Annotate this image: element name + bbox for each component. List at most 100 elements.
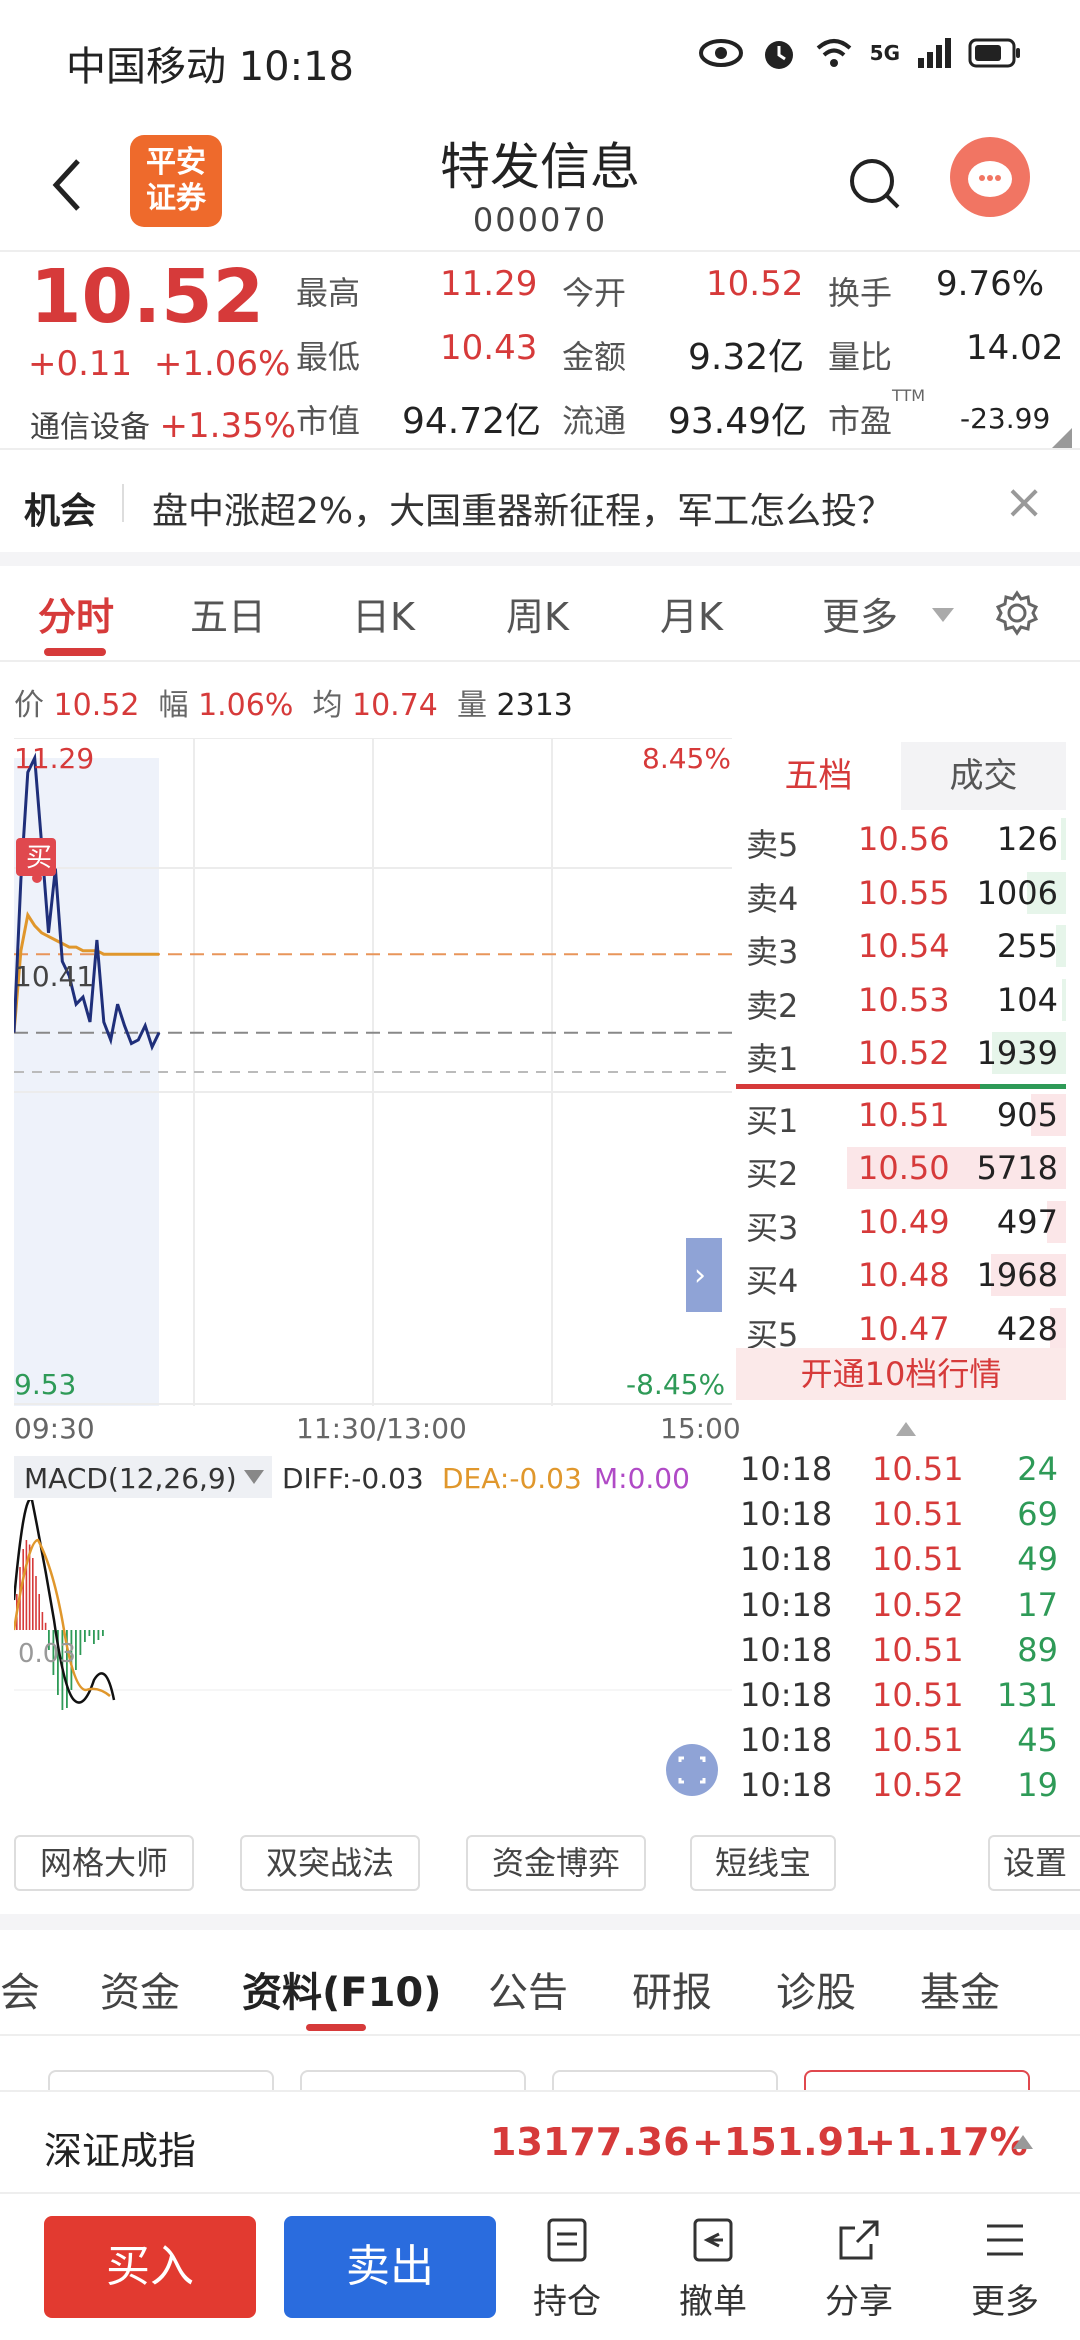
level-label: 卖3 bbox=[746, 933, 799, 971]
scroll-up-triangle-icon[interactable] bbox=[894, 1420, 918, 1438]
tab-intraday[interactable]: 分时 bbox=[38, 586, 114, 641]
intraday-info-line: 价 10.52 幅 1.06% 均 10.74 量 2313 bbox=[14, 680, 573, 724]
tab-research[interactable]: 研报 bbox=[632, 1960, 712, 2018]
level-price: 10.54 bbox=[858, 927, 950, 965]
more-button[interactable]: 更多 bbox=[950, 2216, 1060, 2323]
document-icon bbox=[547, 2218, 587, 2262]
tick-price: 10.51 bbox=[872, 1721, 964, 1760]
ask-row[interactable]: 卖4 10.55 1006 bbox=[736, 868, 1066, 918]
stock-code: 000070 bbox=[472, 201, 608, 239]
tab-trades[interactable]: 成交 bbox=[901, 742, 1066, 810]
index-name: 深证成指 bbox=[44, 2129, 197, 2173]
level-volume: 1006 bbox=[976, 873, 1058, 912]
double-break-button[interactable]: 双突战法 bbox=[240, 1835, 420, 1891]
bid-row[interactable]: 买4 10.48 1968 bbox=[736, 1250, 1066, 1300]
time-mid: 11:30/13:00 bbox=[296, 1412, 467, 1445]
tab-fund-holdings[interactable]: 基金 bbox=[920, 1960, 1000, 2018]
search-icon[interactable] bbox=[846, 155, 902, 211]
level-label: 买4 bbox=[746, 1262, 799, 1300]
settings-button[interactable]: 设置 bbox=[988, 1835, 1080, 1891]
tab-discussion-partial[interactable]: 会 bbox=[0, 1960, 40, 2018]
tick-row: 10:18 10.51 89 bbox=[736, 1631, 1066, 1676]
tick-row: 10:18 10.51 49 bbox=[736, 1540, 1066, 1585]
tab-f10[interactable]: 资料(F10) bbox=[242, 1960, 442, 2018]
banner-text: 盘中涨超2%，大国重器新征程，军工怎么投？ bbox=[152, 491, 894, 532]
tick-volume: 49 bbox=[1017, 1540, 1058, 1579]
opportunity-banner[interactable]: 机会 盘中涨超2%，大国重器新征程，军工怎么投？ × bbox=[0, 452, 1080, 552]
index-change: +151.91 bbox=[692, 2120, 871, 2164]
sector-info[interactable]: 通信设备 +1.35% bbox=[30, 402, 296, 446]
macd-header: MACD(12,26,9) DIFF:-0.03 DEA:-0.03 M:0.0… bbox=[14, 1456, 732, 1500]
low-label: 最低 bbox=[296, 338, 361, 376]
level-volume: 905 bbox=[996, 1095, 1058, 1134]
undo-icon bbox=[693, 2218, 733, 2262]
macd-chart[interactable]: 0.03 bbox=[14, 1500, 732, 1810]
ask-row[interactable]: 卖5 10.56 126 bbox=[736, 814, 1066, 864]
ask-bid-divider bbox=[736, 1083, 1066, 1089]
tab-five-levels[interactable]: 五档 bbox=[736, 742, 901, 810]
tab-funds[interactable]: 资金 bbox=[100, 1960, 180, 2018]
section-gap bbox=[0, 552, 1080, 566]
tab-diagnosis[interactable]: 诊股 bbox=[776, 1960, 856, 2018]
macd-dea: DEA:-0.03 bbox=[442, 1462, 582, 1495]
cancel-order-button[interactable]: 撤单 bbox=[658, 2216, 768, 2323]
tick-volume: 17 bbox=[1017, 1585, 1058, 1624]
info-price: 10.52 bbox=[53, 688, 140, 723]
chart-low-label: 9.53 bbox=[14, 1368, 76, 1401]
tick-price: 10.51 bbox=[872, 1495, 964, 1534]
amount-label: 金额 bbox=[562, 338, 627, 376]
quote-panel: 10.52 +0.11 +1.06% 通信设备 +1.35% 最高 11.29 … bbox=[0, 250, 1080, 450]
tab-more[interactable]: 更多 bbox=[822, 586, 898, 641]
tab-weekly-k[interactable]: 周K bbox=[506, 586, 569, 641]
tab-monthly-k[interactable]: 月K bbox=[660, 586, 723, 641]
tab-daily-k[interactable]: 日K bbox=[352, 586, 415, 641]
settings-gear-icon[interactable] bbox=[994, 590, 1040, 636]
grid-master-button[interactable]: 网格大师 bbox=[14, 1835, 194, 1891]
expand-up-icon[interactable] bbox=[1012, 2134, 1034, 2150]
bid-row[interactable]: 买1 10.51 905 bbox=[736, 1090, 1066, 1140]
positions-button[interactable]: 持仓 bbox=[512, 2216, 622, 2323]
macd-dropdown-icon bbox=[244, 1470, 264, 1484]
open-level10-button[interactable]: 开通10档行情 bbox=[736, 1348, 1066, 1400]
ask-row[interactable]: 卖1 10.52 1939 bbox=[736, 1028, 1066, 1078]
macd-selector[interactable]: MACD(12,26,9) bbox=[14, 1456, 272, 1498]
avg-label: 均 bbox=[312, 688, 343, 723]
level-label: 买2 bbox=[746, 1155, 799, 1193]
index-value: 13177.36 bbox=[490, 2120, 690, 2164]
bid-row[interactable]: 买5 10.47 428 bbox=[736, 1304, 1066, 1354]
buy-button[interactable]: 买入 bbox=[44, 2216, 256, 2318]
share-label: 分享 bbox=[825, 2282, 893, 2322]
assistant-avatar[interactable] bbox=[950, 137, 1030, 217]
index-ticker-bar[interactable]: 深证成指 13177.36 +151.91 +1.17% bbox=[0, 2090, 1080, 2194]
sell-button[interactable]: 卖出 bbox=[284, 2216, 496, 2318]
tick-time: 10:18 bbox=[740, 1585, 833, 1624]
ask-row[interactable]: 卖3 10.54 255 bbox=[736, 921, 1066, 971]
short-line-button[interactable]: 短线宝 bbox=[690, 1835, 836, 1891]
ask-row[interactable]: 卖2 10.53 104 bbox=[736, 975, 1066, 1025]
tab-announcements[interactable]: 公告 bbox=[488, 1960, 568, 2018]
float-value: 93.49亿 bbox=[668, 401, 808, 442]
pe-ttm-sup: TTM bbox=[892, 386, 926, 405]
tick-row: 10:18 10.51 24 bbox=[736, 1450, 1066, 1495]
fund-game-button[interactable]: 资金博弈 bbox=[466, 1835, 646, 1891]
high-value: 11.29 bbox=[440, 264, 538, 304]
time-end: 15:00 bbox=[660, 1412, 741, 1445]
level-volume: 1968 bbox=[976, 1256, 1058, 1294]
tick-volume: 45 bbox=[1017, 1721, 1058, 1760]
level-volume: 497 bbox=[996, 1202, 1058, 1241]
vol-label: 量 bbox=[456, 688, 487, 723]
share-button[interactable]: 分享 bbox=[804, 2216, 914, 2323]
level-price: 10.52 bbox=[858, 1034, 950, 1072]
price-change: +0.11 +1.06% bbox=[28, 344, 290, 384]
banner-tag: 机会 bbox=[24, 491, 97, 532]
tick-volume: 69 bbox=[1017, 1495, 1058, 1534]
tick-volume: 131 bbox=[996, 1676, 1058, 1714]
intraday-chart[interactable]: 买 11.29 8.45% 10.41 9.53 -8.45% › bbox=[14, 738, 732, 1406]
close-icon[interactable]: × bbox=[1004, 474, 1044, 530]
dropdown-triangle-icon[interactable] bbox=[930, 606, 956, 624]
tick-price: 10.52 bbox=[872, 1766, 964, 1805]
bid-row[interactable]: 买3 10.49 497 bbox=[736, 1197, 1066, 1247]
bid-row[interactable]: 买2 10.50 5718 bbox=[736, 1143, 1066, 1193]
fullscreen-button[interactable] bbox=[666, 1744, 718, 1796]
tab-five-day[interactable]: 五日 bbox=[190, 586, 266, 641]
